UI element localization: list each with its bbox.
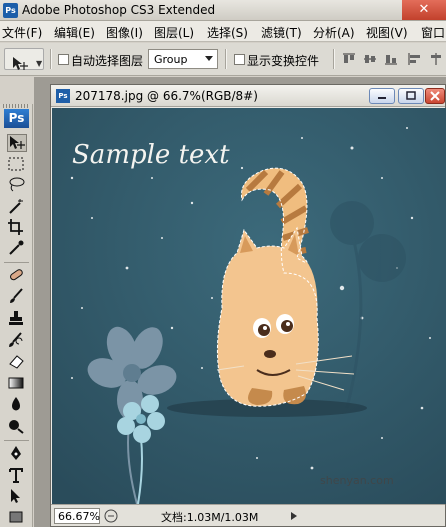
history-brush-icon: [9, 332, 23, 347]
minimize-button[interactable]: [369, 88, 395, 104]
auto-select-label: 自动选择图层: [71, 54, 144, 68]
app-title: Adobe Photoshop CS3 Extended: [22, 3, 216, 17]
eyedropper-icon: [9, 240, 24, 255]
minimize-icon: [378, 97, 386, 99]
align-bottom-edges-icon[interactable]: [384, 53, 398, 65]
move-tool-icon: [13, 57, 28, 70]
window-close-button[interactable]: ✕: [402, 0, 446, 20]
maximize-icon: [406, 91, 416, 100]
dropdown-arrow-icon: [205, 56, 213, 61]
menu-bar: 文件(F) 编辑(E) 图像(I) 图层(L) 选择(S) 滤镜(T) 分析(A…: [0, 21, 446, 42]
shape-tool[interactable]: [7, 509, 27, 527]
photoshop-app-icon: Ps: [3, 3, 18, 18]
close-button[interactable]: [425, 88, 445, 104]
align-top-edges-icon[interactable]: [342, 53, 356, 65]
align-left-edges-icon[interactable]: [408, 53, 422, 65]
image-canvas[interactable]: Sample text: [52, 108, 446, 504]
path-selection-tool[interactable]: [7, 488, 27, 506]
stamp-icon: [9, 311, 23, 325]
lasso-icon: [9, 177, 25, 192]
path-selection-icon: [11, 489, 20, 503]
menu-view[interactable]: 视图(V): [366, 24, 408, 41]
magic-wand-icon: [9, 199, 23, 214]
menu-window[interactable]: 窗口: [421, 24, 445, 41]
document-title: 207178.jpg @ 66.7%(RGB/8#): [75, 89, 258, 103]
status-info-icon[interactable]: [104, 509, 118, 523]
clone-stamp-tool[interactable]: [7, 310, 27, 328]
auto-select-checkbox[interactable]: [58, 54, 69, 65]
marquee-tool[interactable]: [7, 156, 27, 174]
eraser-tool[interactable]: [7, 353, 27, 371]
move-tool[interactable]: [7, 134, 27, 152]
auto-select-target-select[interactable]: Group: [148, 49, 218, 69]
bandage-icon: [10, 269, 23, 281]
status-bar: 66.67% 文档:1.03M/1.03M: [51, 504, 445, 526]
rectangular-marquee-icon: [8, 157, 24, 171]
canvas-sample-text: Sample text: [72, 140, 230, 170]
align-horizontal-centers-icon[interactable]: [429, 53, 443, 65]
maximize-button[interactable]: [398, 88, 424, 104]
ps-logo[interactable]: Ps: [4, 109, 29, 128]
type-icon: [9, 468, 23, 483]
lasso-tool[interactable]: [7, 176, 27, 194]
divider: [50, 49, 52, 69]
menu-file[interactable]: 文件(F): [2, 24, 42, 41]
pen-tool[interactable]: [7, 445, 27, 463]
document-ps-icon: Ps: [56, 89, 70, 103]
app-title-bar: Ps Adobe Photoshop CS3 Extended ✕: [0, 0, 446, 21]
magic-wand-tool[interactable]: [7, 198, 27, 216]
divider: [333, 49, 335, 69]
divider: [225, 49, 227, 69]
menu-select[interactable]: 选择(S): [207, 24, 248, 41]
zoom-level-field[interactable]: 66.67%: [54, 508, 100, 524]
document-window: Ps 207178.jpg @ 66.7%(RGB/8#) Sample tex…: [50, 84, 446, 527]
options-bar: ▼ 自动选择图层 Group 显示变换控件: [0, 43, 446, 76]
dodge-icon: [9, 420, 24, 434]
brush-tool[interactable]: [7, 288, 27, 306]
healing-brush-tool[interactable]: [7, 267, 27, 285]
slice-tool[interactable]: [7, 240, 27, 258]
watermark-text: shenyan.com: [320, 474, 394, 487]
menu-image[interactable]: 图像(I): [106, 24, 143, 41]
type-tool[interactable]: [7, 467, 27, 485]
document-size-info: 文档:1.03M/1.03M: [161, 511, 259, 524]
divider: [4, 440, 29, 441]
menu-layer[interactable]: 图层(L): [154, 24, 194, 41]
tools-panel: Ps: [0, 104, 33, 527]
gradient-tool[interactable]: [7, 375, 27, 393]
brush-icon: [10, 288, 23, 303]
menu-edit[interactable]: 编辑(E): [54, 24, 95, 41]
document-title-bar[interactable]: Ps 207178.jpg @ 66.7%(RGB/8#): [51, 85, 445, 107]
canvas-artwork: Sample text: [52, 108, 446, 504]
panel-grip[interactable]: [3, 104, 30, 108]
dodge-tool[interactable]: [7, 418, 27, 436]
crop-icon: [8, 219, 23, 235]
water-drop-icon: [12, 397, 20, 411]
gradient-icon: [8, 377, 24, 389]
close-icon: [430, 91, 440, 101]
blur-tool[interactable]: [7, 396, 27, 414]
divider: [4, 262, 29, 263]
crop-tool[interactable]: [7, 219, 27, 237]
rectangle-shape-icon: [9, 511, 23, 523]
move-tool-icon: [10, 136, 25, 149]
status-menu-arrow-icon[interactable]: [291, 512, 297, 520]
align-vertical-centers-icon[interactable]: [363, 53, 377, 65]
menu-analysis[interactable]: 分析(A): [313, 24, 355, 41]
eraser-icon: [9, 355, 24, 369]
tool-preset-picker[interactable]: ▼: [4, 48, 44, 70]
show-transform-checkbox[interactable]: [234, 54, 245, 65]
show-transform-label: 显示变换控件: [247, 54, 320, 68]
chevron-down-icon: ▼: [36, 59, 43, 68]
auto-select-target-value: Group: [154, 53, 188, 66]
menu-filter[interactable]: 滤镜(T): [261, 24, 302, 41]
history-brush-tool[interactable]: [7, 332, 27, 350]
pen-icon: [11, 446, 21, 460]
